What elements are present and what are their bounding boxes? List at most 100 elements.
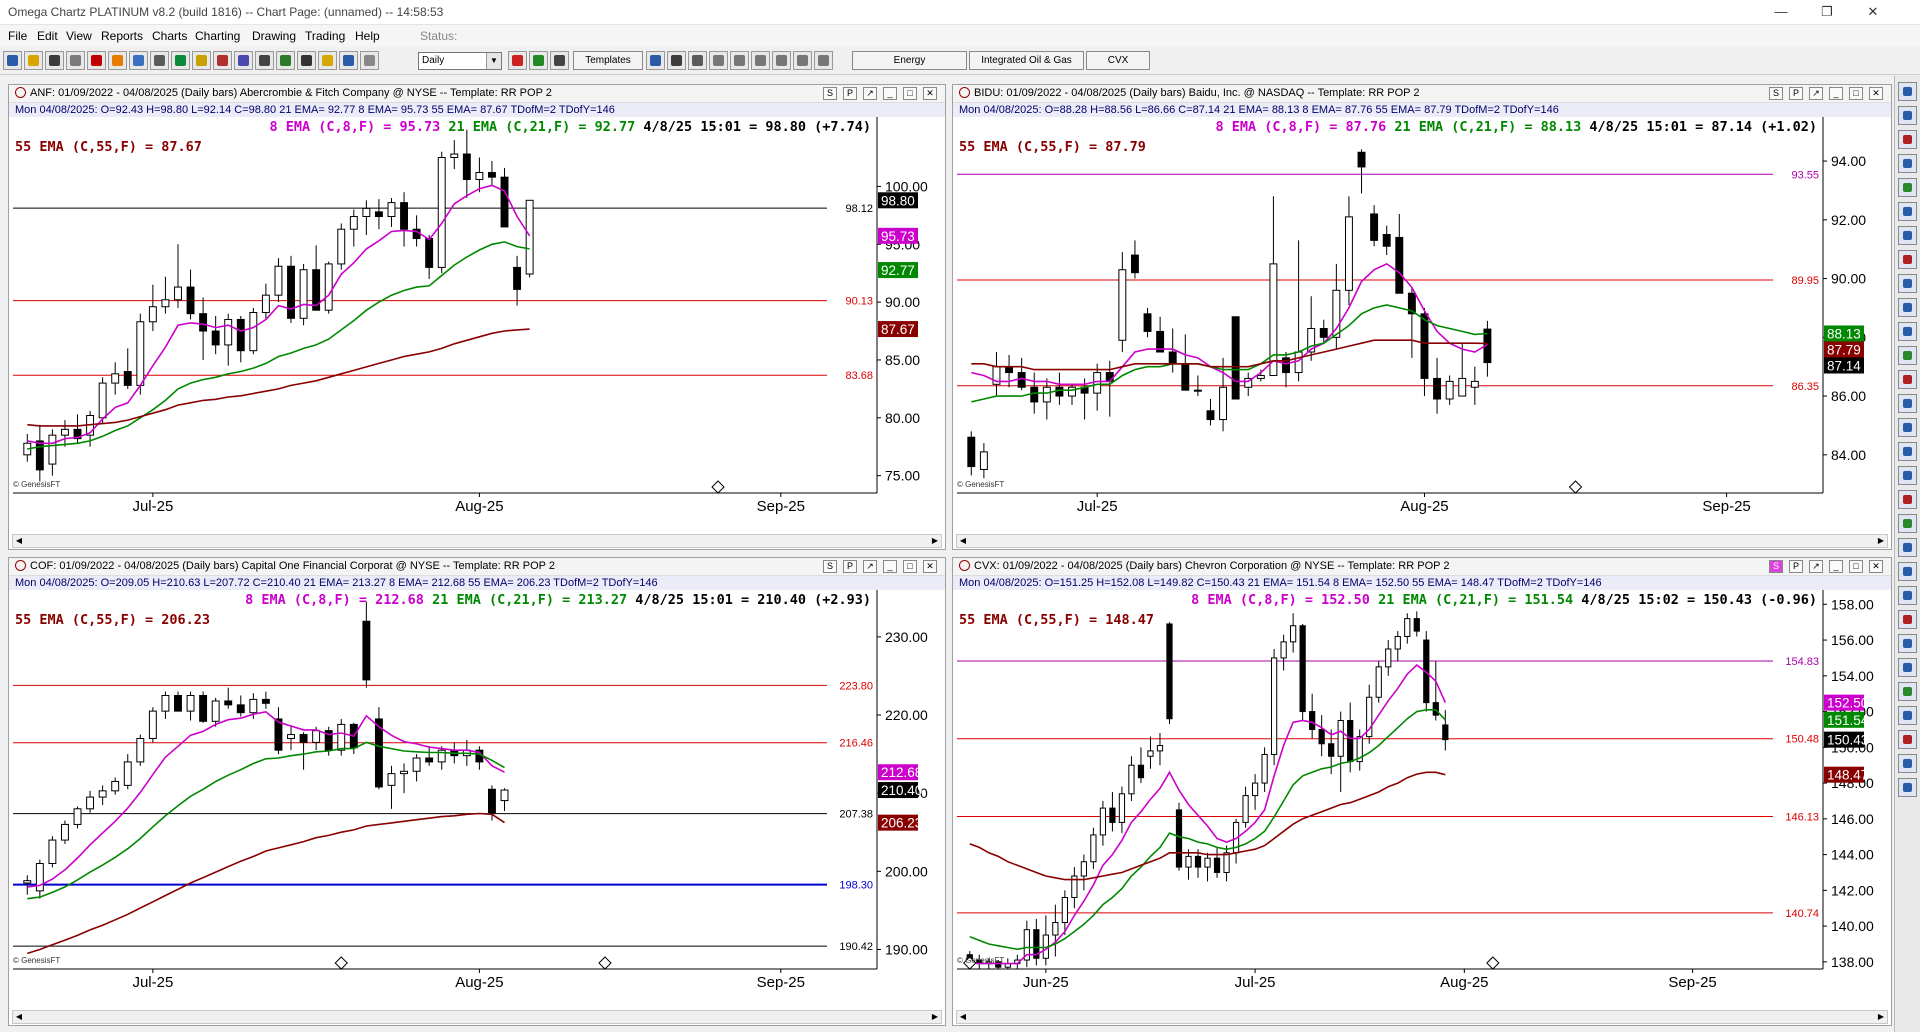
andrews-tool-icon[interactable]: [1898, 538, 1917, 557]
scroll-right-arrow-icon[interactable]: ▶: [929, 535, 941, 547]
camera-tool[interactable]: [255, 51, 274, 70]
symbol-cvx-button[interactable]: CVX: [1086, 51, 1150, 70]
list-tool[interactable]: [150, 51, 169, 70]
scan-tool[interactable]: [87, 51, 106, 70]
price-chart[interactable]: 223.80 216.46 207.38 198.30 190.42 190.00 200.…: [9, 590, 945, 1007]
cursor-tool-icon[interactable]: [1898, 82, 1917, 101]
lock-tool-icon[interactable]: [1898, 706, 1917, 725]
popout-panel-button[interactable]: ↗: [1809, 87, 1823, 100]
text-tool-icon[interactable]: [1898, 322, 1917, 341]
event-diamond-icon[interactable]: [711, 480, 725, 494]
line-chart-icon[interactable]: [550, 51, 569, 70]
cycle-tool-icon[interactable]: [1898, 442, 1917, 461]
maximize-panel-button[interactable]: □: [903, 87, 917, 100]
event-diamond-icon[interactable]: [334, 956, 348, 970]
minimize-panel-button[interactable]: _: [1829, 87, 1843, 100]
channel-tool-icon[interactable]: [1898, 226, 1917, 245]
minimize-panel-button[interactable]: _: [1829, 560, 1843, 573]
zigzag-tool-icon[interactable]: [1898, 610, 1917, 629]
style-panel-button[interactable]: S: [823, 560, 837, 573]
menu-charts[interactable]: Charts: [152, 29, 187, 43]
delete-tool-icon[interactable]: [1898, 778, 1917, 797]
menu-view[interactable]: View: [66, 29, 92, 43]
scroll-right-tool[interactable]: [730, 51, 749, 70]
arrow-up-tool-icon[interactable]: [1898, 274, 1917, 293]
scroll-left-tool[interactable]: [709, 51, 728, 70]
close-window-button[interactable]: ✕: [1850, 2, 1896, 22]
scroll-left-arrow-icon[interactable]: ◀: [957, 535, 969, 547]
pencil-tool[interactable]: [192, 51, 211, 70]
event-diamond-icon[interactable]: [598, 956, 612, 970]
chart-tool[interactable]: [276, 51, 295, 70]
help-tool[interactable]: [339, 51, 358, 70]
ruler-tool-icon[interactable]: [1898, 658, 1917, 677]
indicator-tool[interactable]: [646, 51, 665, 70]
scroll-right-arrow-icon[interactable]: ▶: [1875, 535, 1887, 547]
ladder-tool[interactable]: [213, 51, 232, 70]
alert-tool[interactable]: [318, 51, 337, 70]
close-panel-button[interactable]: ✕: [923, 560, 937, 573]
scroll-right-arrow-icon[interactable]: ▶: [929, 1011, 941, 1023]
grid-tool[interactable]: [171, 51, 190, 70]
style-panel-button[interactable]: S: [1769, 560, 1783, 573]
speed-lines-tool-icon[interactable]: [1898, 586, 1917, 605]
price-chart[interactable]: 154.83 150.48 146.13 140.74 138.00 140.00 142.…: [953, 590, 1891, 1007]
arrow-down-tool-icon[interactable]: [1898, 298, 1917, 317]
restore-button[interactable]: ❐: [1804, 2, 1850, 22]
horizontal-scrollbar[interactable]: ◀ ▶: [956, 1010, 1888, 1024]
maximize-panel-button[interactable]: □: [903, 560, 917, 573]
scroll-left-arrow-icon[interactable]: ◀: [13, 1011, 25, 1023]
eraser-tool-icon[interactable]: [1898, 682, 1917, 701]
ray-tool-icon[interactable]: [1898, 202, 1917, 221]
style-panel-button[interactable]: S: [1769, 87, 1783, 100]
horizontal-line-tool-icon[interactable]: [1898, 490, 1917, 509]
event-diamond-icon[interactable]: [1486, 956, 1500, 970]
menu-edit[interactable]: Edit: [37, 29, 58, 43]
templates-button[interactable]: Templates: [573, 51, 643, 70]
minimize-panel-button[interactable]: _: [883, 87, 897, 100]
horizontal-scrollbar[interactable]: ◀ ▶: [12, 1010, 942, 1024]
pitchfork-tool-icon[interactable]: [1898, 346, 1917, 365]
price-chart[interactable]: 93.5589.9586.3584.0086.0088.0090.0092.00…: [953, 117, 1891, 531]
price-chart[interactable]: 98.1290.1383.6875.0080.0085.0090.0095.00…: [9, 117, 945, 531]
close-panel-button[interactable]: ✕: [1869, 560, 1883, 573]
rectangle-tool-icon[interactable]: [1898, 370, 1917, 389]
zoom-tool[interactable]: [688, 51, 707, 70]
popout-panel-button[interactable]: ↗: [863, 560, 877, 573]
menu-drawing[interactable]: Drawing: [252, 29, 296, 43]
study-tool[interactable]: [667, 51, 686, 70]
quote-tool[interactable]: [108, 51, 127, 70]
popout-panel-button[interactable]: ↗: [1809, 560, 1823, 573]
group-integrated-oil-gas-button[interactable]: Integrated Oil & Gas: [969, 51, 1084, 70]
fibonacci-tool-icon[interactable]: [1898, 250, 1917, 269]
fit-tool[interactable]: [793, 51, 812, 70]
maximize-panel-button[interactable]: □: [1849, 87, 1863, 100]
horizontal-scrollbar[interactable]: ◀ ▶: [12, 534, 942, 548]
close-panel-button[interactable]: ✕: [1869, 87, 1883, 100]
calendar-tool[interactable]: [234, 51, 253, 70]
price-label-tool-icon[interactable]: [1898, 466, 1917, 485]
open-tool[interactable]: [24, 51, 43, 70]
close-panel-button[interactable]: ✕: [923, 87, 937, 100]
print-panel-button[interactable]: P: [1789, 560, 1803, 573]
menu-reports[interactable]: Reports: [101, 29, 143, 43]
expand-tool[interactable]: [772, 51, 791, 70]
magnifier-minus-tool-icon[interactable]: [1898, 130, 1917, 149]
minimize-button[interactable]: —: [1758, 2, 1804, 22]
crosshair-tool-icon[interactable]: [1898, 154, 1917, 173]
vertical-line-tool-icon[interactable]: [1898, 514, 1917, 533]
table-tool[interactable]: [129, 51, 148, 70]
square-tool-icon[interactable]: [1898, 634, 1917, 653]
period-select[interactable]: Daily ▼: [418, 52, 502, 70]
print-panel-button[interactable]: P: [843, 560, 857, 573]
print-panel-button[interactable]: P: [843, 87, 857, 100]
scroll-left-arrow-icon[interactable]: ◀: [957, 1011, 969, 1023]
bar-chart-icon[interactable]: [508, 51, 527, 70]
event-diamond-icon[interactable]: [1568, 480, 1583, 494]
clock-tool[interactable]: [297, 51, 316, 70]
reset-tool[interactable]: [814, 51, 833, 70]
style-panel-button[interactable]: S: [823, 87, 837, 100]
regression-tool-icon[interactable]: [1898, 562, 1917, 581]
ellipse-tool-icon[interactable]: [1898, 394, 1917, 413]
menu-file[interactable]: File: [8, 29, 27, 43]
